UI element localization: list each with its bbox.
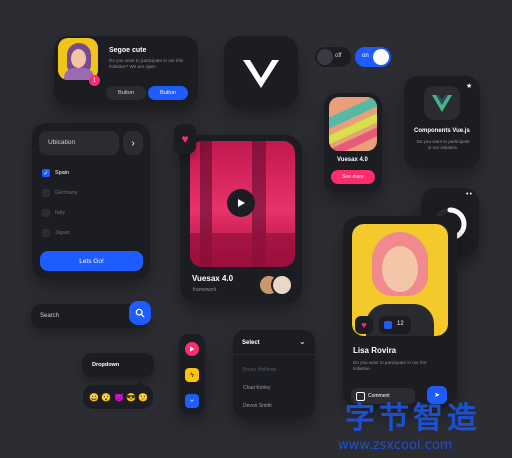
toggle-knob xyxy=(317,49,333,65)
select-option[interactable]: Devon Smith xyxy=(243,403,272,409)
select-label[interactable]: Select xyxy=(242,340,260,346)
checkbox-spain[interactable]: ✓ xyxy=(42,169,50,177)
mini-card-image xyxy=(329,97,377,151)
toggle-knob xyxy=(373,49,389,65)
location-card: Ubication › ✓ Spain Germany Italy Japan … xyxy=(32,123,150,279)
lightning-icon-button[interactable]: ϟ xyxy=(185,368,199,382)
mini-card-title: Vuesax 4.0 xyxy=(337,157,368,163)
play-icon xyxy=(238,199,245,207)
components-card: ★ Components Vue.js Do you want to parti… xyxy=(404,76,480,168)
toggle-off-label: off xyxy=(335,53,342,59)
watermark-url: www.zsxcool.com xyxy=(338,438,453,453)
option-label: Japan xyxy=(55,230,70,236)
select-option[interactable]: Chad Korley xyxy=(243,385,271,391)
avatar xyxy=(271,274,293,296)
media-title: Vuesax 4.0 xyxy=(192,274,234,283)
emoji-option[interactable]: 🙂 xyxy=(138,393,148,402)
search-input[interactable]: Search xyxy=(40,313,59,319)
like-button[interactable]: ♥ xyxy=(355,316,373,334)
profile-name: Segoe cute xyxy=(109,47,147,54)
notification-badge: 1 xyxy=(89,75,100,86)
vuesax-logo-icon xyxy=(243,60,279,88)
select-menu: Select ⌄ Bruno Hoffman Chad Korley Devon… xyxy=(233,330,315,418)
emoji-option[interactable]: 😎 xyxy=(126,393,136,402)
user-message: Do you want to participate in our the in… xyxy=(353,360,427,371)
play-icon xyxy=(190,346,195,352)
search-icon xyxy=(135,308,145,318)
heart-icon-tile[interactable]: ♥ xyxy=(174,124,196,154)
play-button[interactable] xyxy=(227,189,255,217)
see-more-button[interactable]: See more xyxy=(331,170,375,184)
search-button[interactable] xyxy=(129,301,151,325)
media-card: Vuesax 4.0 framework xyxy=(180,135,302,303)
toggle-off[interactable]: off xyxy=(315,47,351,67)
location-select[interactable]: Ubication xyxy=(39,131,119,155)
media-subtitle: framework xyxy=(193,287,217,293)
emoji-option[interactable]: 😯 xyxy=(101,393,111,402)
vue-logo-icon xyxy=(432,95,452,112)
toggle-on-label: on xyxy=(362,53,369,59)
avatar xyxy=(58,38,98,80)
profile-card: 1 Segoe cute Do you want to participate … xyxy=(54,36,198,106)
dropdown-label: Dropdown xyxy=(92,362,120,368)
vuesax-logo-tile xyxy=(224,36,298,108)
secondary-button[interactable]: Button xyxy=(106,86,146,100)
components-description: Do you want to participate in our initia… xyxy=(416,139,470,150)
user-card: ▭ ♥ 12 Lisa Rovira Do you want to partic… xyxy=(343,216,457,408)
checkbox-italy[interactable] xyxy=(42,209,50,217)
play-icon-button[interactable] xyxy=(185,342,199,356)
git-icon-button[interactable]: ⑂ xyxy=(185,394,199,408)
mini-card: Vuesax 4.0 See more xyxy=(324,93,382,193)
option-label: Spain xyxy=(55,170,70,176)
like-count: 12 xyxy=(397,321,404,327)
location-select-label: Ubication xyxy=(48,139,76,146)
profile-message: Do you want to participate in our this i… xyxy=(109,58,184,69)
tooltip-arrow xyxy=(135,381,145,386)
vue-icon-tile xyxy=(424,86,460,120)
user-name: Lisa Rovira xyxy=(353,346,397,355)
checkbox-japan[interactable] xyxy=(42,229,50,237)
watermark-text: 字节智造 xyxy=(345,401,481,436)
primary-button[interactable]: Button xyxy=(148,86,188,100)
chevron-down-icon[interactable]: ⌄ xyxy=(299,337,306,346)
select-option[interactable]: Bruno Hoffman xyxy=(243,367,277,373)
camera-icon[interactable]: ▭ xyxy=(361,240,369,249)
like-count-chip[interactable]: 12 xyxy=(379,316,411,334)
emoji-option[interactable]: 😈 xyxy=(114,393,124,402)
star-icon[interactable]: ★ xyxy=(466,82,472,90)
emoji-option[interactable]: 😀 xyxy=(89,393,99,402)
components-title: Components Vue.js xyxy=(414,128,470,134)
chat-icon xyxy=(384,321,392,329)
icon-column: ϟ ⑂ xyxy=(179,334,205,414)
lets-go-button[interactable]: Lets Go! xyxy=(40,251,143,271)
dropdown-button[interactable]: Dropdown xyxy=(82,353,154,377)
chevron-right-icon[interactable]: › xyxy=(123,131,143,155)
option-label: Germany xyxy=(55,190,78,196)
checkbox-germany[interactable] xyxy=(42,189,50,197)
toggle-on[interactable]: on xyxy=(355,47,391,67)
option-label: Italy xyxy=(55,210,66,216)
